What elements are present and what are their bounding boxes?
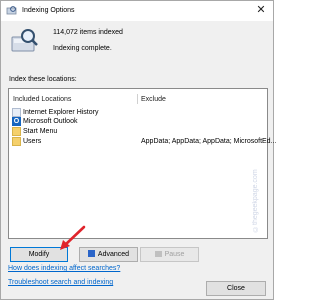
list-item[interactable]: O Microsoft Outlook [12,117,262,127]
location-label: Users [23,138,42,145]
pause-button-label: Pause [164,251,185,258]
troubleshoot-link[interactable]: Troubleshoot search and indexing [8,279,113,286]
close-button-label: Close [227,285,245,292]
watermark-text: ©thegeekpage.com [252,169,259,233]
outlook-icon: O [12,117,21,126]
included-locations-header[interactable]: Included Locations [13,96,71,103]
title-bar: Indexing Options ✕ [1,1,273,21]
indexing-status-icon [11,29,38,52]
location-label: Microsoft Outlook [23,118,78,125]
modify-button-label: Modify [28,251,50,258]
advanced-button-label: Advanced [97,251,130,258]
folder-icon [12,127,21,136]
close-window-icon[interactable]: ✕ [255,4,267,16]
exclude-header[interactable]: Exclude [141,96,166,103]
list-item[interactable]: Start Menu [12,127,262,137]
pause-icon [154,251,162,257]
pause-button[interactable]: Pause [140,247,199,262]
location-exclude: AppData; AppData; AppData; MicrosoftEd..… [141,138,277,145]
locations-list[interactable]: Included Locations Exclude Internet Expl… [8,88,276,239]
red-arrow-annotation [60,225,86,250]
location-label: Start Menu [23,128,58,135]
close-button[interactable]: Close [206,281,266,296]
locations-section-label: Index these locations: [9,76,77,83]
items-indexed-count: 114,072 items indexed [53,29,123,36]
folder-icon [12,137,21,146]
window-title: Indexing Options [22,7,75,14]
indexing-status: Indexing complete. [53,45,112,52]
location-label: Internet Explorer History [23,109,99,116]
indexing-app-icon [6,6,17,15]
how-indexing-affects-link[interactable]: How does indexing affect searches? [8,265,120,272]
shield-icon [87,250,95,257]
indexing-options-window: Indexing Options ✕ 114,072 items indexed… [0,0,276,300]
ie-history-icon [12,108,21,117]
list-item[interactable]: Users AppData; AppData; AppData; Microso… [12,137,276,147]
column-divider[interactable] [137,94,138,104]
